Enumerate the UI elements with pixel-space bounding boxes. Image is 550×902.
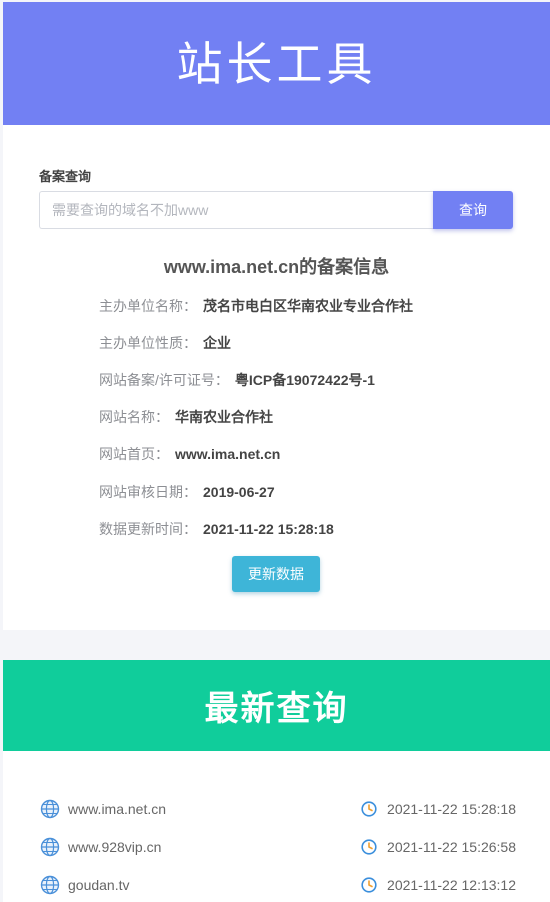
info-value: 2019-06-27: [203, 484, 275, 500]
info-key: 数据更新时间：: [99, 521, 197, 537]
globe-icon: [40, 837, 60, 857]
recent-queries-card: 最新查询 www.ima.net.cn 2021-11-22 15:28:18 …: [3, 660, 550, 902]
recent-query-item[interactable]: www.928vip.cn 2021-11-22 15:26:58: [40, 836, 516, 858]
update-data-button[interactable]: 更新数据: [232, 556, 320, 592]
recent-query-time: 2021-11-22 12:13:12: [387, 877, 516, 893]
info-row-review-date: 网站审核日期： 2019-06-27: [99, 482, 275, 502]
recent-query-item[interactable]: www.ima.net.cn 2021-11-22 15:28:18: [40, 798, 516, 820]
info-row-homepage: 网站首页： www.ima.net.cn: [99, 444, 280, 464]
search-button[interactable]: 查询: [433, 191, 513, 229]
info-value: 茂名市电白区华南农业专业合作社: [203, 298, 413, 314]
info-row-organizer-type: 主办单位性质： 企业: [99, 333, 231, 353]
globe-icon: [40, 875, 60, 895]
search-bar: 查询: [39, 191, 513, 229]
record-info-title: www.ima.net.cn的备案信息: [163, 257, 390, 277]
info-key: 网站备案/许可证号：: [99, 372, 229, 388]
clock-icon: [361, 877, 377, 893]
info-row-organizer: 主办单位名称： 茂名市电白区华南农业专业合作社: [99, 296, 413, 316]
icp-lookup-card: 站长工具 备案查询 查询 www.ima.net.cn的备案信息 主办单位名称：…: [3, 2, 550, 630]
info-key: 主办单位性质：: [99, 335, 197, 351]
search-section-label: 备案查询: [39, 169, 92, 184]
recent-query-domain[interactable]: www.ima.net.cn: [68, 801, 361, 817]
recent-query-domain[interactable]: goudan.tv: [68, 877, 361, 893]
recent-query-domain[interactable]: www.928vip.cn: [68, 839, 361, 855]
tools-header: 站长工具: [3, 2, 550, 125]
globe-icon: [40, 799, 60, 819]
info-key: 网站审核日期：: [99, 484, 197, 500]
info-row-update-time: 数据更新时间： 2021-11-22 15:28:18: [99, 519, 334, 539]
info-value: www.ima.net.cn: [175, 446, 281, 462]
info-key: 网站名称：: [99, 409, 169, 425]
info-value: 华南农业合作社: [175, 409, 273, 425]
info-value: 2021-11-22 15:28:18: [203, 521, 334, 537]
info-value: 企业: [203, 335, 231, 351]
info-key: 网站首页：: [99, 446, 169, 462]
info-key: 主办单位名称：: [99, 298, 197, 314]
clock-icon: [361, 801, 377, 817]
recent-queries-header: 最新查询: [3, 660, 550, 751]
recent-queries-title: 最新查询: [204, 690, 349, 728]
recent-query-time: 2021-11-22 15:26:58: [387, 839, 516, 855]
clock-icon: [361, 839, 377, 855]
recent-query-time: 2021-11-22 15:28:18: [387, 801, 516, 817]
page-title: 站长工具: [176, 37, 377, 90]
info-value: 粤ICP备19072422号-1: [234, 372, 375, 388]
domain-search-input[interactable]: [39, 191, 433, 229]
info-row-license: 网站备案/许可证号： 粤ICP备19072422号-1: [99, 370, 375, 390]
info-row-site-name: 网站名称： 华南农业合作社: [99, 407, 273, 427]
recent-query-item[interactable]: goudan.tv 2021-11-22 12:13:12: [40, 874, 516, 896]
